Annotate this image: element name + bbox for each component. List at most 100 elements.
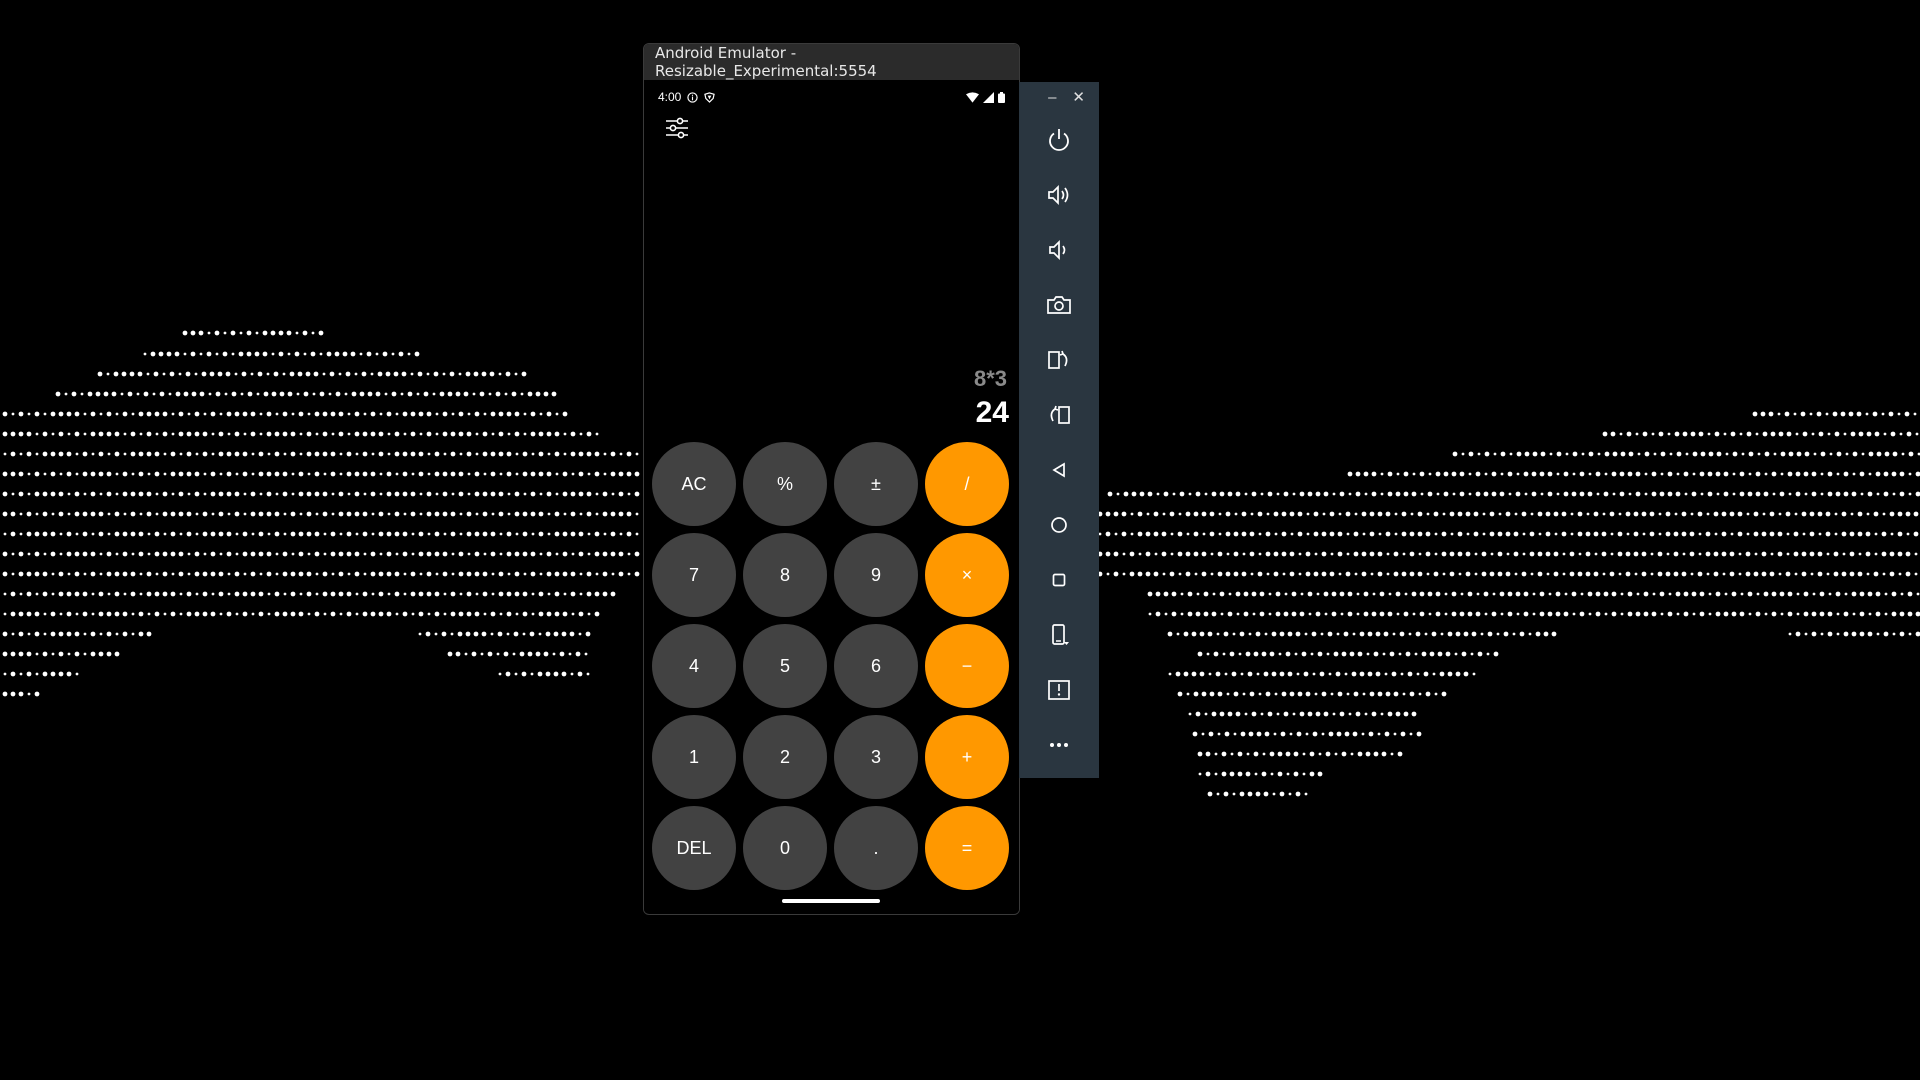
home-icon[interactable]	[1031, 497, 1087, 552]
map-dot	[242, 451, 248, 457]
map-dot	[1595, 471, 1601, 477]
close-button[interactable]: ✕	[1072, 88, 1085, 106]
map-dot	[1122, 552, 1126, 556]
map-dot	[1553, 551, 1559, 557]
map-dot	[179, 452, 183, 456]
map-dot	[1427, 591, 1433, 597]
rotate-right-icon[interactable]	[1031, 387, 1087, 442]
rotate-left-icon[interactable]	[1031, 332, 1087, 387]
map-dot	[530, 471, 536, 477]
key-button[interactable]: 1	[652, 715, 736, 799]
map-dot	[87, 391, 93, 397]
map-dot	[319, 391, 325, 397]
map-dot	[1801, 571, 1807, 577]
back-icon[interactable]	[1031, 442, 1087, 497]
map-dot	[1612, 451, 1618, 457]
map-dot	[1801, 551, 1807, 557]
map-dot	[1660, 612, 1664, 616]
map-dot	[1505, 511, 1511, 517]
map-dot	[1344, 731, 1350, 737]
key-button[interactable]: 7	[652, 533, 736, 617]
map-dot	[1459, 491, 1465, 497]
map-dot	[1708, 451, 1714, 457]
map-dot	[1137, 531, 1143, 537]
map-dot	[587, 612, 591, 616]
map-dot	[466, 511, 472, 517]
map-dot	[1487, 631, 1493, 637]
key-button[interactable]: 3	[834, 715, 918, 799]
key-button[interactable]: 2	[743, 715, 827, 799]
settings-sliders-icon[interactable]	[664, 115, 694, 145]
map-dot	[334, 351, 340, 357]
map-dot	[227, 572, 231, 576]
overview-icon[interactable]	[1031, 552, 1087, 607]
map-dot	[442, 511, 448, 517]
map-dot	[27, 632, 31, 636]
emulator-title[interactable]: Android Emulator - Resizable_Experimenta…	[644, 44, 1019, 80]
map-dot	[1338, 572, 1342, 576]
map-dot	[1715, 611, 1721, 617]
key-button[interactable]: =	[925, 806, 1009, 890]
key-button[interactable]: 5	[743, 624, 827, 708]
key-button[interactable]: AC	[652, 442, 736, 526]
map-dot	[75, 472, 79, 476]
map-dot	[1760, 411, 1766, 417]
map-dot	[1268, 612, 1272, 616]
map-dot	[58, 511, 64, 517]
key-button[interactable]: .	[834, 806, 918, 890]
key-button[interactable]: ±	[834, 442, 918, 526]
gesture-home-bar[interactable]	[782, 899, 880, 903]
map-dot	[111, 391, 117, 397]
key-button[interactable]: +	[925, 715, 1009, 799]
volume-down-icon[interactable]	[1031, 222, 1087, 277]
map-dot	[1226, 552, 1230, 556]
key-button[interactable]: /	[925, 442, 1009, 526]
map-dot	[275, 492, 279, 496]
key-button[interactable]: 6	[834, 624, 918, 708]
map-dot	[1357, 651, 1363, 657]
map-dot	[170, 511, 176, 517]
map-dot	[1275, 591, 1281, 597]
map-dot	[474, 471, 480, 477]
map-dot	[1884, 612, 1888, 616]
map-dot	[619, 532, 623, 536]
key-button[interactable]: 9	[834, 533, 918, 617]
map-dot	[257, 371, 263, 377]
map-dot	[1306, 532, 1310, 536]
map-dot	[1689, 531, 1695, 537]
map-dot	[618, 471, 624, 477]
map-dot	[490, 471, 496, 477]
map-dot	[326, 351, 332, 357]
map-dot	[83, 632, 87, 636]
key-button[interactable]: −	[925, 624, 1009, 708]
map-dot	[306, 451, 312, 457]
more-icon[interactable]	[1031, 717, 1087, 772]
map-dot	[547, 512, 551, 516]
map-dot	[1908, 472, 1912, 476]
key-button[interactable]: %	[743, 442, 827, 526]
key-button[interactable]: ×	[925, 533, 1009, 617]
minimize-button[interactable]: –	[1048, 89, 1056, 106]
map-dot	[539, 552, 543, 556]
volume-up-icon[interactable]	[1031, 167, 1087, 222]
fold-icon[interactable]	[1031, 607, 1087, 662]
map-dot	[1211, 491, 1217, 497]
map-dot	[1241, 511, 1247, 517]
map-dot	[143, 352, 147, 356]
power-icon[interactable]	[1031, 112, 1087, 167]
map-dot	[1484, 612, 1488, 616]
key-button[interactable]: DEL	[652, 806, 736, 890]
map-dot	[1325, 751, 1331, 757]
map-dot	[1460, 592, 1464, 596]
key-button[interactable]: 8	[743, 533, 827, 617]
map-dot	[603, 472, 607, 476]
map-dot	[1361, 571, 1367, 577]
posture-icon[interactable]	[1031, 662, 1087, 717]
map-dot	[1267, 491, 1273, 497]
camera-icon[interactable]	[1031, 277, 1087, 332]
map-dot	[50, 411, 56, 417]
key-button[interactable]: 0	[743, 806, 827, 890]
key-button[interactable]: 4	[652, 624, 736, 708]
map-dot	[514, 372, 518, 376]
map-dot	[1755, 611, 1761, 617]
